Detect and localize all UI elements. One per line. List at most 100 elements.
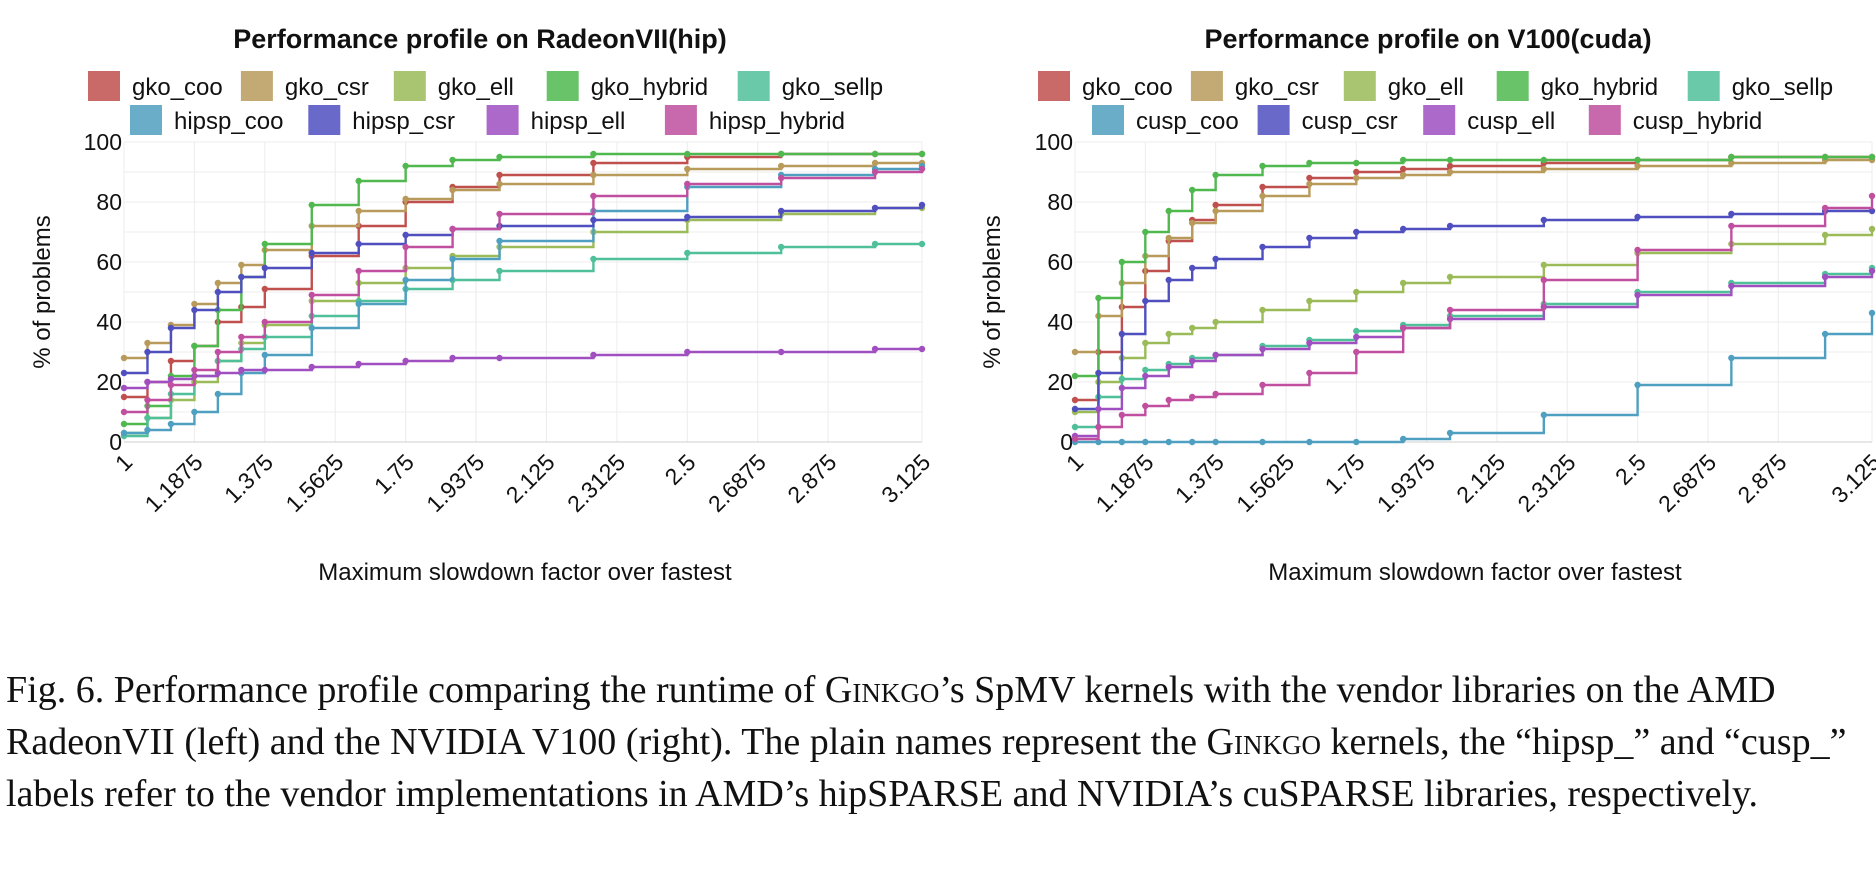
data-point-hipsp_csr	[167, 324, 175, 332]
legend-item: cusp_csr	[1257, 105, 1398, 135]
data-point-gko_ell	[1821, 231, 1829, 239]
data-point-gko_hybrid	[261, 240, 269, 248]
data-point-cusp_hybrid	[1399, 324, 1407, 332]
data-point-hipsp_csr	[120, 369, 128, 377]
x-tick-label: 2.125	[1451, 449, 1510, 508]
data-point-gko_csr	[449, 186, 456, 194]
data-point-gko_csr	[1399, 171, 1407, 179]
x-tick-label: 1.5625	[1231, 449, 1299, 517]
data-point-gko_csr	[238, 261, 245, 269]
data-point-cusp_ell	[1142, 372, 1149, 380]
legend-label: hipsp_csr	[352, 108, 455, 135]
x-tick-label: 2.5	[1610, 449, 1651, 490]
data-point-hipsp_hybrid	[120, 408, 128, 416]
data-point-gko_hybrid	[1634, 156, 1641, 164]
figure-charts: Performance profile on RadeonVII(hip) gko…	[29, 24, 1876, 586]
legend-swatch	[1588, 105, 1621, 135]
legend-label: gko_coo	[1082, 74, 1173, 101]
data-point-hipsp_csr	[590, 216, 597, 224]
data-point-cusp_hybrid	[1095, 423, 1102, 431]
data-point-gko_hybrid	[496, 153, 503, 161]
x-tick-label: 2.125	[501, 449, 560, 508]
legend-swatch	[1343, 71, 1376, 101]
legend-swatch	[664, 105, 697, 135]
data-point-gko_ell	[1868, 225, 1876, 233]
data-point-gko_hybrid	[355, 177, 362, 185]
chart-1: Performance profile on RadeonVII(hip) gko…	[29, 24, 935, 586]
legend-swatch	[1092, 105, 1124, 135]
data-point-cusp_hybrid	[1118, 411, 1126, 419]
data-point-hipsp_hybrid	[238, 333, 245, 341]
legend-swatch	[1496, 71, 1529, 101]
data-point-gko_coo	[120, 393, 128, 401]
x-tick-label: 1.1875	[1090, 449, 1158, 517]
data-point-gko_csr	[1165, 234, 1172, 242]
data-point-gko_hybrid	[1165, 207, 1172, 215]
data-point-gko_coo	[1399, 165, 1407, 173]
data-point-cusp_hybrid	[1071, 435, 1079, 443]
data-point-hipsp_hybrid	[918, 165, 926, 173]
data-point-hipsp_ell	[261, 366, 269, 374]
data-point-gko_coo	[1259, 183, 1266, 191]
data-point-gko_csr	[590, 171, 597, 179]
data-point-cusp_coo	[1118, 438, 1126, 446]
x-axis-label: Maximum slowdown factor over fastest	[318, 559, 732, 586]
data-point-gko_coo	[496, 171, 503, 179]
data-point-cusp_ell	[1118, 384, 1126, 392]
data-point-hipsp_coo	[261, 351, 269, 359]
y-axis-label: % of problems	[29, 215, 56, 368]
data-point-gko_coo	[1306, 174, 1313, 182]
data-point-hipsp_ell	[355, 360, 362, 368]
legend-item: hipsp_hybrid	[664, 105, 845, 135]
data-point-gko_hybrid	[871, 150, 879, 158]
series-line-gko_csr	[124, 161, 922, 360]
data-point-cusp_csr	[1189, 264, 1196, 272]
y-tick-label: 100	[84, 129, 122, 155]
data-point-cusp_ell	[1821, 273, 1829, 281]
legend-swatch	[486, 105, 519, 135]
legend-label: hipsp_hybrid	[709, 108, 845, 135]
data-point-cusp_csr	[1142, 297, 1149, 305]
x-tick-label: 1.9375	[1372, 449, 1440, 517]
data-point-hipsp_coo	[167, 420, 175, 428]
data-point-gko_csr	[1306, 180, 1313, 188]
legend-label: gko_ell	[1388, 74, 1464, 101]
legend-label: gko_sellp	[782, 74, 883, 101]
data-point-hipsp_csr	[402, 231, 409, 239]
data-point-cusp_hybrid	[1189, 393, 1196, 401]
data-point-gko_hybrid	[308, 201, 315, 209]
data-point-hipsp_hybrid	[449, 225, 456, 233]
data-point-cusp_coo	[1446, 429, 1454, 437]
data-point-cusp_ell	[1165, 363, 1172, 371]
chart-title: Performance profile on RadeonVII(hip)	[233, 24, 727, 54]
data-point-gko_hybrid	[1868, 153, 1876, 161]
data-point-cusp_hybrid	[1165, 396, 1172, 404]
legend-item: hipsp_coo	[130, 105, 283, 135]
data-point-gko_csr	[1446, 168, 1454, 176]
legend-label: gko_csr	[1235, 74, 1319, 101]
y-tick-label: 40	[96, 309, 122, 335]
x-tick-label: 1.375	[1170, 449, 1229, 508]
data-point-cusp_coo	[1821, 330, 1829, 338]
legend-item: gko_coo	[88, 71, 223, 101]
caption-fig-label: Fig. 6.	[6, 669, 105, 711]
data-point-gko_csr	[1259, 192, 1266, 200]
data-point-hipsp_csr	[308, 249, 315, 257]
legend-label: gko_coo	[132, 74, 223, 101]
data-point-gko_sellp	[777, 243, 785, 251]
data-point-cusp_hybrid	[1353, 348, 1360, 356]
data-point-gko_coo	[1446, 162, 1454, 170]
series-line-cusp_ell	[1075, 271, 1874, 438]
data-point-hipsp_csr	[144, 348, 151, 356]
data-point-hipsp_hybrid	[684, 180, 691, 188]
series-line-gko_coo	[1075, 155, 1872, 402]
legend-label: hipsp_ell	[531, 108, 626, 135]
legend-label: gko_sellp	[1732, 74, 1833, 101]
legend-label: gko_hybrid	[591, 74, 708, 101]
data-point-hipsp_hybrid	[871, 168, 879, 176]
data-point-cusp_csr	[1095, 369, 1102, 377]
data-point-cusp_coo	[1868, 309, 1876, 317]
data-point-cusp_hybrid	[1634, 246, 1641, 254]
data-point-gko_hybrid	[1212, 171, 1219, 179]
data-point-gko_hybrid	[191, 342, 198, 350]
